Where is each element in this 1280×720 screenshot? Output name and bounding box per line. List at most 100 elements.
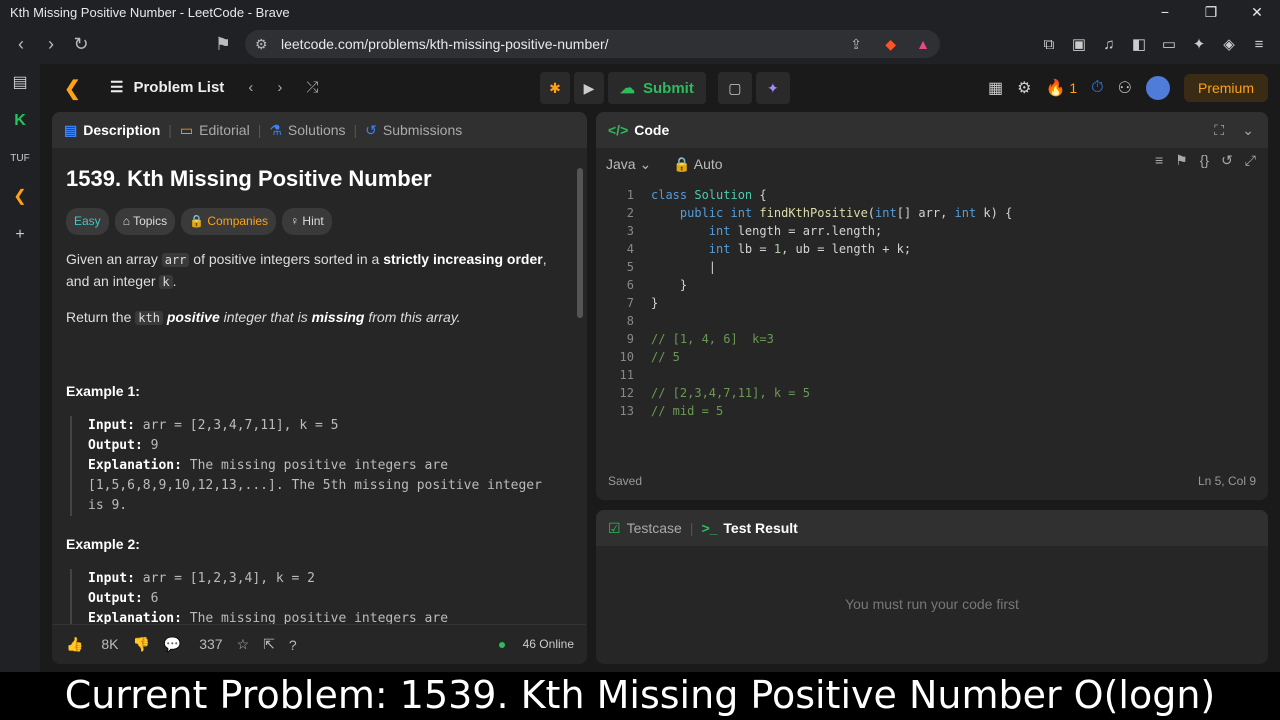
settings-icon[interactable]: ⚙ [1017, 78, 1031, 98]
like-button[interactable]: 👍 8K [66, 636, 118, 653]
next-problem-icon[interactable]: › [277, 79, 282, 96]
line-number: 4 [626, 242, 634, 256]
fullscreen-icon[interactable]: ⤢ [1245, 152, 1256, 169]
share-icon[interactable]: ⇪ [850, 36, 862, 53]
collapse-icon[interactable]: ⌄ [1242, 122, 1254, 139]
reset-icon[interactable]: ↺ [1221, 152, 1233, 169]
line-number: 10 [619, 350, 634, 364]
tab-submissions[interactable]: ↺ Submissions [357, 122, 470, 139]
add-sidebar-icon[interactable]: + [0, 216, 40, 254]
code-editor[interactable]: 1 class Solution {2 public int findKthPos… [596, 182, 1268, 482]
streak-flame-icon[interactable]: 🔥 [1045, 78, 1065, 98]
video-caption: Current Problem: 1539. Kth Missing Posit… [0, 672, 1280, 720]
window-title: Kth Missing Positive Number - LeetCode -… [10, 4, 290, 20]
notes-button[interactable]: ▢ [717, 72, 752, 104]
terminal-icon: >_ [701, 520, 718, 536]
vpn-icon[interactable]: ◈ [1214, 35, 1244, 53]
browser-toolbar: ‹ › ↻ ⚑ ⚙ leetcode.com/problems/kth-miss… [0, 24, 1280, 64]
upload-cloud-icon: ☁ [620, 80, 635, 97]
prev-problem-icon[interactable]: ‹ [248, 79, 253, 96]
companies-button[interactable]: 🔒 Companies [181, 208, 277, 235]
problem-title: 1539. Kth Missing Positive Number [66, 166, 432, 191]
share-link-icon[interactable]: ⇱ [263, 636, 275, 653]
extensions-icon[interactable]: ⧉ [1034, 36, 1064, 53]
checkbox-icon: ☑ [608, 519, 621, 536]
code-line: } [651, 278, 688, 292]
leo-icon[interactable]: ✦ [1184, 35, 1214, 53]
bulb-icon: ♀ [290, 214, 303, 228]
tab-test-result[interactable]: >_ Test Result [693, 520, 805, 536]
line-number: 6 [626, 278, 634, 292]
maximize-icon[interactable]: ⛶ [1214, 122, 1224, 139]
description-scrollbar[interactable] [577, 152, 583, 612]
leetcode-sidebar-icon[interactable]: ❮ [0, 178, 40, 216]
braces-icon[interactable]: {} [1200, 152, 1209, 169]
comments-button[interactable]: 💬 337 [164, 636, 223, 653]
reload-icon[interactable]: ↻ [66, 34, 96, 55]
browser-sidebar: ▤ K TUF ❮ + [0, 64, 40, 672]
sidebar-toggle-icon[interactable]: ◧ [1124, 35, 1154, 53]
line-number: 8 [626, 314, 634, 328]
description-footer: 👍 8K 👎 💬 337 ☆ ⇱ ? 46 Online [52, 624, 586, 664]
random-problem-icon[interactable]: ⤮ [306, 79, 318, 96]
solutions-icon: ⚗ [269, 121, 282, 138]
sidebar-panel-icon[interactable]: ▤ [0, 64, 40, 102]
line-number: 3 [626, 224, 634, 238]
auto-mode-toggle[interactable]: 🔒 Auto [673, 156, 722, 173]
menu-icon[interactable]: ≡ [1244, 36, 1274, 53]
run-button[interactable]: ▶ [574, 72, 604, 104]
back-icon[interactable]: ‹ [6, 34, 36, 55]
kite-icon[interactable]: K [0, 102, 40, 140]
hint-button[interactable]: ♀ Hint [282, 208, 332, 235]
minimize-icon[interactable]: − [1142, 0, 1188, 24]
close-icon[interactable]: ✕ [1234, 0, 1280, 24]
tab-editorial[interactable]: ▭ Editorial [172, 122, 258, 139]
screenshot-icon[interactable]: ▣ [1064, 35, 1094, 53]
tab-testcase[interactable]: ☑ Testcase [596, 520, 690, 537]
bookmark-code-icon[interactable]: ⚑ [1175, 152, 1188, 169]
help-icon[interactable]: ? [289, 637, 297, 653]
submit-button[interactable]: ☁ Submit [608, 72, 706, 104]
forward-icon[interactable]: › [36, 34, 66, 55]
tag-icon: ⌂ [122, 214, 134, 228]
line-number: 5 [626, 260, 634, 274]
topics-button[interactable]: ⌂ Topics [114, 208, 176, 235]
brave-rewards-icon[interactable]: ▲ [916, 36, 930, 52]
code-toolbar: Java ⌄ 🔒 Auto ≡ ⚑ {} ↺ ⤢ [596, 148, 1268, 180]
code-line: | [651, 260, 717, 274]
tuf-icon[interactable]: TUF [0, 140, 40, 178]
avatar[interactable] [1145, 76, 1170, 100]
leetcode-logo-icon[interactable]: ❮ [64, 76, 86, 100]
test-tabs: ☑ Testcase | >_ Test Result [596, 510, 1268, 546]
star-icon[interactable]: ☆ [237, 636, 250, 653]
address-bar[interactable]: ⚙ leetcode.com/problems/kth-missing-posi… [245, 30, 940, 58]
tab-solutions[interactable]: ⚗ Solutions [261, 122, 353, 139]
ai-button[interactable]: ✦ [755, 72, 790, 104]
streak-count: 1 [1069, 80, 1078, 96]
line-number: 9 [626, 332, 634, 346]
add-friend-icon[interactable]: ⚇ [1118, 78, 1132, 98]
leetcode-app: ❮ ☰ Problem List ‹ › ⤮ ✱ ▶ ☁ Submit ▢ ✦ … [40, 64, 1280, 672]
format-icon[interactable]: ≡ [1155, 152, 1163, 169]
code-line: // 5 [651, 350, 680, 364]
line-number: 13 [619, 404, 634, 418]
layout-icon[interactable]: ▦ [988, 78, 1003, 98]
restore-icon[interactable]: ❐ [1188, 0, 1234, 24]
line-number: 2 [626, 206, 634, 220]
timer-icon[interactable]: ⏱ [1091, 79, 1103, 97]
tab-description[interactable]: ▤ Description [52, 122, 168, 139]
premium-button[interactable]: Premium [1183, 74, 1268, 102]
problem-list-link[interactable]: Problem List [133, 79, 224, 96]
bookmark-icon[interactable]: ⚑ [208, 34, 238, 55]
description-paragraph-1: Given an array arr of positive integers … [66, 251, 547, 289]
media-icon[interactable]: ♫ [1094, 36, 1124, 53]
line-number: 7 [626, 296, 634, 310]
site-info-icon[interactable]: ⚙ [255, 36, 268, 53]
dislike-icon[interactable]: 👎 [132, 636, 149, 653]
editorial-icon: ▭ [179, 121, 194, 138]
language-select[interactable]: Java ⌄ [606, 156, 651, 173]
code-line: // [2,3,4,7,11], k = 5 [651, 386, 810, 400]
wallet-icon[interactable]: ▭ [1154, 35, 1184, 53]
debug-button[interactable]: ✱ [540, 72, 570, 104]
brave-shields-icon[interactable]: ◆ [885, 36, 896, 53]
